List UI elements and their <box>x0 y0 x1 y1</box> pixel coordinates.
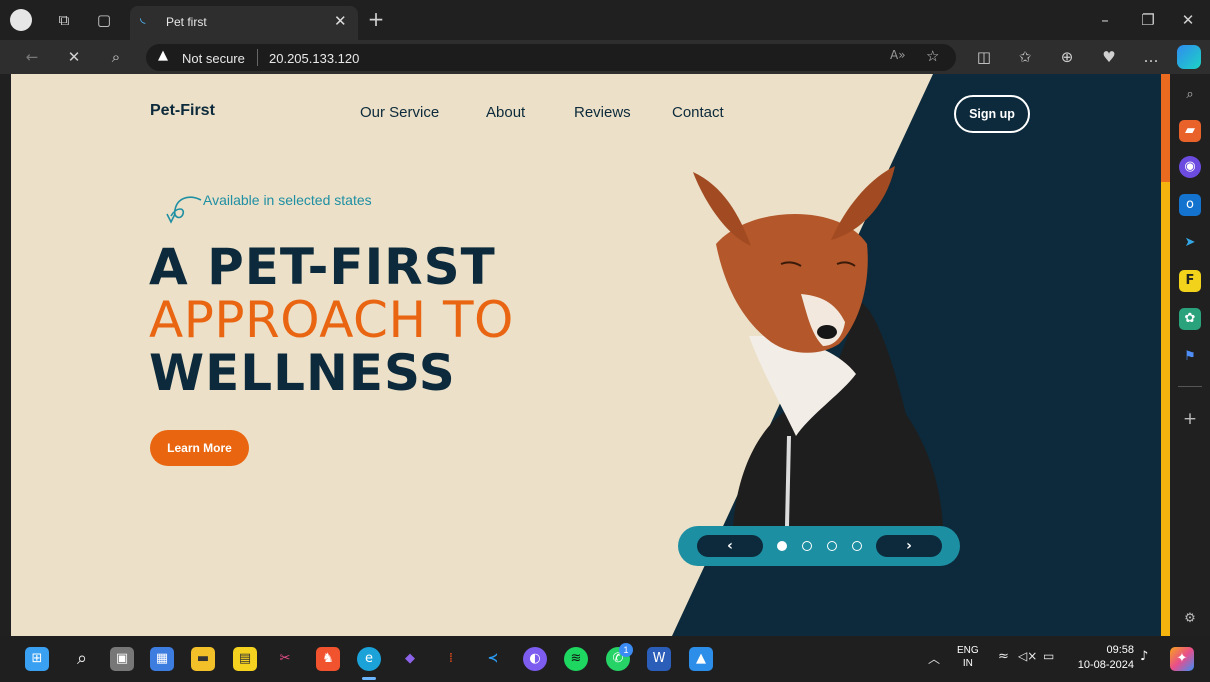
edge-active-indicator <box>362 677 376 680</box>
profile-icon[interactable] <box>10 9 32 31</box>
search-icon[interactable]: ⌕ <box>104 47 128 67</box>
clock-time: 09:58 <box>1106 644 1134 656</box>
language-label: ENG <box>957 645 979 656</box>
vscode-icon[interactable]: ≺ <box>481 647 505 671</box>
slider-prev-button[interactable]: ‹ <box>697 535 763 557</box>
clock-date: 10-08-2024 <box>1077 659 1134 671</box>
warning-icon: ▲ <box>158 48 168 63</box>
tab-actions-icon[interactable]: ▢ <box>92 10 116 30</box>
whatsapp-badge: 1 <box>619 643 633 657</box>
new-tab-icon[interactable]: + <box>364 9 388 29</box>
collections-icon[interactable]: ⊕ <box>1055 47 1079 67</box>
slider-dot-3[interactable] <box>827 541 837 551</box>
taskbar-search-icon[interactable]: ⌕ <box>70 647 94 671</box>
slider-dot-2[interactable] <box>802 541 812 551</box>
nav-contact[interactable]: Contact <box>672 104 724 121</box>
slider-next-button[interactable]: › <box>876 535 942 557</box>
volume-muted-icon[interactable]: ◁× <box>1018 649 1037 663</box>
battery-icon[interactable]: ▭ <box>1043 649 1054 663</box>
snipping-tool-icon[interactable]: ✂ <box>273 647 297 671</box>
flag-icon[interactable]: ⚑ <box>1179 346 1201 368</box>
slider-dot-4[interactable] <box>852 541 862 551</box>
tab-close-icon[interactable]: ✕ <box>334 12 347 30</box>
learn-more-button[interactable]: Learn More <box>150 430 249 466</box>
chatgpt-icon[interactable]: ✿ <box>1179 308 1201 330</box>
address-row: ← ✕ ⌕ ▲ Not secure 20.205.133.120 A» ☆ ◫… <box>0 40 1210 74</box>
web-page: Pet-First Our Service About Reviews Cont… <box>11 74 1161 636</box>
sidebar-divider <box>1178 386 1202 387</box>
browser-essentials-icon[interactable]: ♥ <box>1097 47 1121 67</box>
tab-bar: ⧉ ▢ ◟ Pet first ✕ + – ❐ ✕ <box>0 0 1210 40</box>
spotify-icon[interactable]: ≋ <box>564 647 588 671</box>
nav-about[interactable]: About <box>486 104 525 121</box>
shopping-icon[interactable]: ▰ <box>1179 120 1201 142</box>
site-logo[interactable]: Pet-First <box>150 102 215 120</box>
windows-taskbar: ⊞ ⌕ ▣ ▦ ▬ ▤ ✂ ♞ e ◆ ⁞ ≺ ◐ ≋ ✆ 1 W ▲ ︿ EN… <box>0 636 1210 682</box>
url-divider <box>257 49 258 66</box>
stop-loading-icon[interactable]: ✕ <box>62 47 86 67</box>
workspaces-icon[interactable]: ⧉ <box>52 10 76 30</box>
read-aloud-icon[interactable]: A» <box>890 48 906 62</box>
split-screen-icon[interactable]: ◫ <box>972 47 996 67</box>
outlook-icon[interactable]: o <box>1179 194 1201 216</box>
start-icon[interactable]: ⊞ <box>25 647 49 671</box>
word-icon[interactable]: W <box>647 647 671 671</box>
photos-icon[interactable]: ▲ <box>689 647 713 671</box>
sign-up-button[interactable]: Sign up <box>954 95 1030 133</box>
slider-controls: ‹ › <box>678 526 960 566</box>
curved-arrow-icon <box>166 196 202 224</box>
minimize-icon[interactable]: – <box>1093 10 1117 30</box>
add-sidebar-app-icon[interactable]: + <box>1179 408 1201 430</box>
sidebar-search-icon[interactable]: ⌕ <box>1179 84 1201 106</box>
nav-our-service[interactable]: Our Service <box>360 104 439 121</box>
freecharge-icon[interactable]: F <box>1179 270 1201 292</box>
notification-bell-icon[interactable]: ♪ <box>1140 649 1148 664</box>
copilot-sidebar-icon[interactable]: ◉ <box>1179 156 1201 178</box>
edge-sidebar: ⌕ ▰ ◉ o ➤ F ✿ ⚑ + ⚙ <box>1170 74 1210 636</box>
brave-icon[interactable]: ♞ <box>316 647 340 671</box>
url-text[interactable]: 20.205.133.120 <box>269 51 359 66</box>
back-icon[interactable]: ← <box>20 47 44 67</box>
task-view-icon[interactable]: ▣ <box>110 647 134 671</box>
nav-reviews[interactable]: Reviews <box>574 104 631 121</box>
copilot-icon[interactable] <box>1177 45 1201 69</box>
sidebar-settings-icon[interactable]: ⚙ <box>1179 608 1201 630</box>
clock[interactable]: 09:58 10-08-2024 <box>1070 643 1134 673</box>
language-indicator[interactable]: ENG IN <box>957 644 979 670</box>
edge-icon[interactable]: e <box>357 647 381 671</box>
hero-heading-line-1: A PET-FIRST <box>149 238 496 296</box>
close-window-icon[interactable]: ✕ <box>1176 10 1200 30</box>
github-icon[interactable]: ◐ <box>523 647 547 671</box>
slider-dot-1[interactable] <box>777 541 787 551</box>
show-hidden-icons[interactable]: ︿ <box>928 650 940 667</box>
figma-icon[interactable]: ⁞ <box>439 647 463 671</box>
not-secure-label[interactable]: Not secure <box>182 51 245 66</box>
region-label: IN <box>962 658 973 669</box>
restore-icon[interactable]: ❐ <box>1136 10 1160 30</box>
copilot-taskbar-icon[interactable]: ✦ <box>1170 647 1194 671</box>
telegram-icon[interactable]: ➤ <box>1179 232 1201 254</box>
tab-title: Pet first <box>166 15 207 29</box>
scrollbar-thumb[interactable] <box>1161 74 1170 182</box>
active-tab[interactable]: ◟ Pet first ✕ <box>130 6 358 40</box>
address-bar[interactable]: ▲ Not secure 20.205.133.120 A» ☆ <box>146 44 956 71</box>
hero-heading-line-2: APPROACH TO <box>149 291 514 349</box>
loading-icon: ◟ <box>140 10 146 26</box>
store-icon[interactable]: ▦ <box>150 647 174 671</box>
sticky-notes-icon[interactable]: ▤ <box>233 647 257 671</box>
page-scrollbar[interactable] <box>1161 74 1170 636</box>
availability-note: Available in selected states <box>203 192 372 208</box>
wifi-icon[interactable]: ≈ <box>998 649 1009 664</box>
favorite-star-icon[interactable]: ☆ <box>926 47 939 65</box>
more-menu-icon[interactable]: … <box>1139 47 1163 67</box>
favorites-icon[interactable]: ✩ <box>1013 47 1037 67</box>
hero-heading-line-3: WELLNESS <box>149 344 456 402</box>
obsidian-icon[interactable]: ◆ <box>398 647 422 671</box>
file-explorer-icon[interactable]: ▬ <box>191 647 215 671</box>
